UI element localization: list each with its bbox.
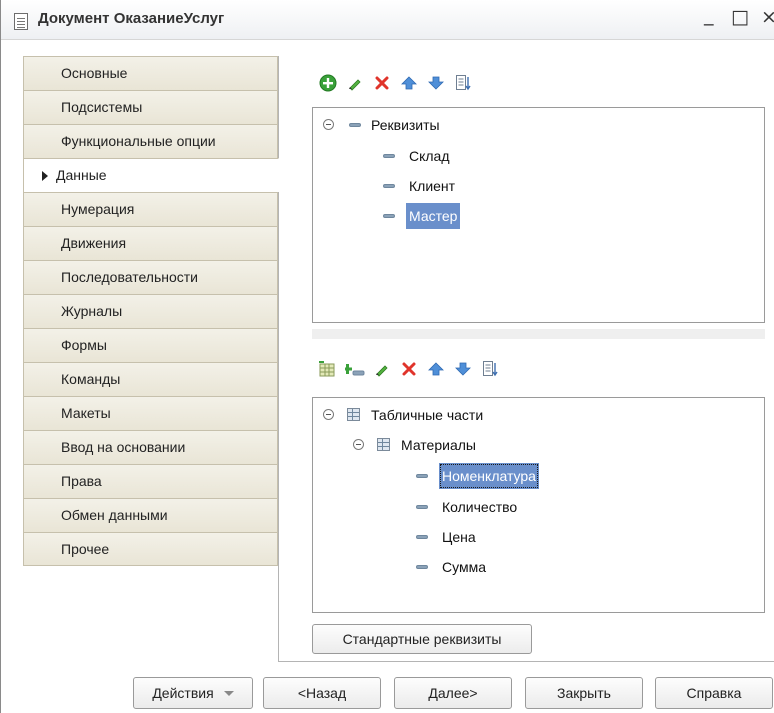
tree-label: Сумма: [442, 559, 486, 575]
tab-label: Формы: [61, 337, 107, 353]
table-icon: [347, 408, 360, 421]
tab-label: Обмен данными: [61, 507, 168, 523]
tab-makety[interactable]: Макеты: [23, 396, 278, 430]
tab-formy[interactable]: Формы: [23, 328, 278, 362]
table-icon: [377, 438, 390, 451]
tab-podsistemy[interactable]: Подсистемы: [23, 90, 278, 124]
standard-attributes-button[interactable]: Стандартные реквизиты: [312, 624, 532, 654]
tab-label: Последовательности: [61, 269, 198, 285]
maximize-button[interactable]: □: [731, 8, 749, 27]
attribute-icon: [383, 184, 395, 188]
tab-prava[interactable]: Права: [23, 464, 278, 498]
tab-label: Прочее: [61, 541, 110, 557]
attributes-toolbar: [317, 72, 557, 96]
tab-vvod-na-osnovanii[interactable]: Ввод на основании: [23, 430, 278, 464]
tab-label: Права: [61, 473, 102, 489]
add-table-icon[interactable]: [317, 358, 339, 380]
tab-label: Данные: [56, 167, 107, 183]
tab-prochee[interactable]: Прочее: [23, 532, 278, 566]
attribute-icon: [383, 154, 395, 158]
tree-label: Количество: [442, 499, 518, 515]
splitter-handle[interactable]: [312, 329, 765, 339]
close-window-button[interactable]: ×: [761, 8, 774, 27]
move-up-icon[interactable]: [398, 72, 420, 94]
actions-label: Действия: [152, 685, 214, 701]
title-bar[interactable]: Документ ОказаниеУслуг _ □ ×: [1, 0, 774, 40]
attribute-icon: [416, 565, 428, 569]
move-up-icon[interactable]: [425, 358, 447, 380]
tab-dvizheniya[interactable]: Движения: [23, 226, 278, 260]
attribute-group-icon: [349, 123, 361, 127]
tab-numeratsiya[interactable]: Нумерация: [23, 192, 278, 226]
tab-label: Команды: [61, 371, 121, 387]
delete-icon[interactable]: [398, 358, 420, 380]
tab-komandy[interactable]: Команды: [23, 362, 278, 396]
move-down-icon[interactable]: [425, 72, 447, 94]
document-window: Документ ОказаниеУслуг _ □ × Основные По…: [0, 0, 774, 713]
tab-label: Нумерация: [61, 201, 135, 217]
help-button[interactable]: Справка: [655, 677, 773, 709]
collapse-icon[interactable]: [353, 439, 364, 450]
add-column-icon[interactable]: [344, 358, 366, 380]
tree-label: Табличные части: [371, 407, 484, 423]
attribute-icon: [416, 474, 428, 478]
tree-label-selected: Номенклатура: [439, 463, 539, 489]
attribute-icon: [383, 214, 395, 218]
edit-icon[interactable]: [371, 358, 393, 380]
attribute-icon: [416, 505, 428, 509]
tab-label: Макеты: [61, 405, 111, 421]
attribute-icon: [416, 535, 428, 539]
actions-button[interactable]: Действия: [133, 677, 253, 709]
tab-obmen-dannymi[interactable]: Обмен данными: [23, 498, 278, 532]
panel-divider: [279, 661, 774, 662]
minimize-button[interactable]: _: [704, 6, 714, 25]
move-down-icon[interactable]: [452, 358, 474, 380]
attributes-tree[interactable]: Реквизиты Склад Клиент Мастер: [312, 107, 765, 323]
tab-zhurnaly[interactable]: Журналы: [23, 294, 278, 328]
section-tabs: Основные Подсистемы Функциональные опции…: [23, 56, 279, 662]
tab-label: Ввод на основании: [61, 439, 186, 455]
sort-list-icon[interactable]: [452, 72, 474, 94]
sort-list-icon[interactable]: [479, 358, 501, 380]
tree-label-selected: Мастер: [406, 203, 461, 229]
edit-icon[interactable]: [344, 72, 366, 94]
collapse-icon[interactable]: [323, 409, 334, 420]
close-button[interactable]: Закрыть: [525, 677, 643, 709]
tabular-toolbar: [317, 358, 577, 382]
tab-funktsionalnye-optsii[interactable]: Функциональные опции: [23, 124, 278, 158]
window-title: Документ ОказаниеУслуг: [38, 10, 225, 27]
tree-label: Клиент: [409, 178, 456, 194]
tabular-parts-tree[interactable]: Табличные части Материалы Номенклатура К…: [312, 397, 765, 613]
back-button[interactable]: <Назад: [263, 677, 381, 709]
tab-label: Движения: [61, 235, 127, 251]
tree-label: Материалы: [401, 437, 476, 453]
document-icon: [14, 13, 28, 30]
add-icon[interactable]: [317, 72, 339, 94]
tab-label: Функциональные опции: [61, 133, 216, 149]
tab-label: Основные: [61, 65, 128, 81]
next-button[interactable]: Далее>: [394, 677, 512, 709]
collapse-icon[interactable]: [323, 119, 334, 130]
tab-osnovnye[interactable]: Основные: [23, 56, 278, 90]
delete-icon[interactable]: [371, 72, 393, 94]
tree-label: Цена: [442, 529, 476, 545]
tab-dannye[interactable]: Данные: [23, 158, 279, 192]
tree-label: Склад: [409, 148, 450, 164]
tab-label: Подсистемы: [61, 99, 143, 115]
chevron-down-icon: [223, 690, 234, 696]
active-tab-arrow-icon: [42, 171, 48, 181]
tab-posledovatelnosti[interactable]: Последовательности: [23, 260, 278, 294]
tree-label: Реквизиты: [371, 117, 440, 133]
tab-label: Журналы: [61, 303, 123, 319]
